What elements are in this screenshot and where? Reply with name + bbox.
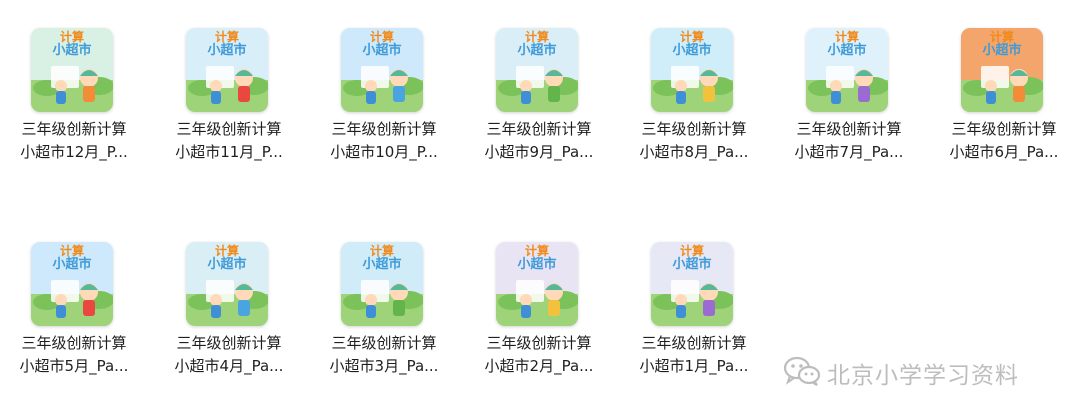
file-name-line1: 三年级创新计算: [796, 120, 902, 138]
cover-title-bottom: 小超市: [517, 257, 557, 272]
file-name-line2: 小超市8月_Pa...: [639, 143, 749, 161]
cover-title: 计算 小超市: [496, 244, 578, 272]
file-name-line2: 小超市11月_P...: [175, 143, 283, 161]
cover-title-top: 计算: [369, 30, 394, 44]
file-name[interactable]: 三年级创新计算 小超市7月_Pa...: [774, 118, 924, 164]
file-thumbnail[interactable]: 计算 小超市: [341, 242, 423, 326]
file-thumbnail[interactable]: 计算 小超市: [496, 28, 578, 112]
cover-title: 计算 小超市: [496, 30, 578, 58]
file-name-line1: 三年级创新计算: [176, 334, 282, 352]
file-thumbnail[interactable]: 计算 小超市: [31, 242, 113, 326]
file-name[interactable]: 三年级创新计算 小超市9月_Pa...: [464, 118, 614, 164]
file-item[interactable]: 计算 小超市三年级创新计算 小超市6月_Pa...: [929, 0, 1079, 170]
file-name-line2: 小超市7月_Pa...: [794, 143, 904, 161]
cover-title-top: 计算: [59, 30, 84, 44]
cover-title-top: 计算: [679, 244, 704, 258]
file-thumbnail[interactable]: 计算 小超市: [496, 242, 578, 326]
file-name[interactable]: 三年级创新计算 小超市11月_P...: [154, 118, 304, 164]
cover-title: 计算 小超市: [961, 30, 1043, 58]
cover-title: 计算 小超市: [31, 30, 113, 58]
cover-title: 计算 小超市: [806, 30, 888, 58]
file-name[interactable]: 三年级创新计算 小超市4月_Pa...: [154, 332, 304, 378]
file-item[interactable]: 计算 小超市三年级创新计算 小超市2月_Pa...: [464, 214, 614, 384]
file-name[interactable]: 三年级创新计算 小超市2月_Pa...: [464, 332, 614, 378]
cover-title-top: 计算: [524, 244, 549, 258]
file-item[interactable]: 计算 小超市三年级创新计算 小超市5月_Pa...: [0, 214, 149, 384]
file-name-line2: 小超市5月_Pa...: [19, 357, 129, 375]
cover-title-bottom: 小超市: [207, 257, 247, 272]
cover-title: 计算 小超市: [341, 244, 423, 272]
file-name-line1: 三年级创新计算: [486, 334, 592, 352]
file-name-line1: 三年级创新计算: [331, 120, 437, 138]
file-name-line2: 小超市3月_Pa...: [329, 357, 439, 375]
file-name[interactable]: 三年级创新计算 小超市3月_Pa...: [309, 332, 459, 378]
file-name[interactable]: 三年级创新计算 小超市6月_Pa...: [929, 118, 1079, 164]
file-name-line1: 三年级创新计算: [176, 120, 282, 138]
cover-title-bottom: 小超市: [362, 257, 402, 272]
cover-title-bottom: 小超市: [827, 43, 867, 58]
cover-title-bottom: 小超市: [672, 43, 712, 58]
cover-title-bottom: 小超市: [672, 257, 712, 272]
file-thumbnail[interactable]: 计算 小超市: [186, 242, 268, 326]
file-thumbnail[interactable]: 计算 小超市: [651, 242, 733, 326]
cover-title-bottom: 小超市: [52, 43, 92, 58]
file-name[interactable]: 三年级创新计算 小超市5月_Pa...: [0, 332, 149, 378]
file-name-line1: 三年级创新计算: [331, 334, 437, 352]
file-item[interactable]: 计算 小超市三年级创新计算 小超市4月_Pa...: [154, 214, 304, 384]
cover-title-top: 计算: [834, 30, 859, 44]
cover-title: 计算 小超市: [651, 244, 733, 272]
file-item[interactable]: 计算 小超市三年级创新计算 小超市7月_Pa...: [774, 0, 924, 170]
file-item[interactable]: 计算 小超市三年级创新计算 小超市1月_Pa...: [619, 214, 769, 384]
cover-title: 计算 小超市: [651, 30, 733, 58]
file-name-line2: 小超市9月_Pa...: [484, 143, 594, 161]
file-thumbnail[interactable]: 计算 小超市: [806, 28, 888, 112]
file-name[interactable]: 三年级创新计算 小超市1月_Pa...: [619, 332, 769, 378]
file-name[interactable]: 三年级创新计算 小超市8月_Pa...: [619, 118, 769, 164]
file-name-line2: 小超市10月_P...: [330, 143, 438, 161]
cover-title-top: 计算: [524, 30, 549, 44]
cover-title-top: 计算: [59, 244, 84, 258]
file-name-line1: 三年级创新计算: [641, 334, 747, 352]
cover-title-bottom: 小超市: [517, 43, 557, 58]
file-thumbnail[interactable]: 计算 小超市: [341, 28, 423, 112]
file-name-line1: 三年级创新计算: [486, 120, 592, 138]
file-thumbnail[interactable]: 计算 小超市: [961, 28, 1043, 112]
file-name-line2: 小超市2月_Pa...: [484, 357, 594, 375]
file-item[interactable]: 计算 小超市三年级创新计算 小超市11月_P...: [154, 0, 304, 170]
file-name-line1: 三年级创新计算: [641, 120, 747, 138]
file-name-line2: 小超市6月_Pa...: [949, 143, 1059, 161]
file-name-line2: 小超市12月_P...: [20, 143, 128, 161]
cover-title-bottom: 小超市: [982, 43, 1022, 58]
cover-title: 计算 小超市: [186, 244, 268, 272]
cover-title: 计算 小超市: [341, 30, 423, 58]
file-item[interactable]: 计算 小超市三年级创新计算 小超市3月_Pa...: [309, 214, 459, 384]
cover-title-top: 计算: [679, 30, 704, 44]
file-item[interactable]: 计算 小超市三年级创新计算 小超市10月_P...: [309, 0, 459, 170]
cover-title-bottom: 小超市: [52, 257, 92, 272]
file-name[interactable]: 三年级创新计算 小超市12月_P...: [0, 118, 149, 164]
cover-title: 计算 小超市: [31, 244, 113, 272]
file-item[interactable]: 计算 小超市三年级创新计算 小超市12月_P...: [0, 0, 149, 170]
file-thumbnail[interactable]: 计算 小超市: [31, 28, 113, 112]
file-name-line1: 三年级创新计算: [951, 120, 1057, 138]
cover-title-top: 计算: [989, 30, 1014, 44]
cover-title-top: 计算: [214, 30, 239, 44]
watermark: 北京小学学习资料: [783, 356, 1019, 390]
file-thumbnail[interactable]: 计算 小超市: [186, 28, 268, 112]
cover-title: 计算 小超市: [186, 30, 268, 58]
wechat-icon: [783, 356, 821, 390]
file-item[interactable]: 计算 小超市三年级创新计算 小超市8月_Pa...: [619, 0, 769, 170]
cover-title-bottom: 小超市: [207, 43, 247, 58]
cover-title-top: 计算: [369, 244, 394, 258]
file-name[interactable]: 三年级创新计算 小超市10月_P...: [309, 118, 459, 164]
watermark-text: 北京小学学习资料: [827, 363, 1019, 389]
file-name-line1: 三年级创新计算: [21, 120, 127, 138]
file-name-line2: 小超市1月_Pa...: [639, 357, 749, 375]
cover-title-top: 计算: [214, 244, 239, 258]
file-item[interactable]: 计算 小超市三年级创新计算 小超市9月_Pa...: [464, 0, 614, 170]
cover-title-bottom: 小超市: [362, 43, 402, 58]
file-name-line1: 三年级创新计算: [21, 334, 127, 352]
file-thumbnail[interactable]: 计算 小超市: [651, 28, 733, 112]
file-name-line2: 小超市4月_Pa...: [174, 357, 284, 375]
